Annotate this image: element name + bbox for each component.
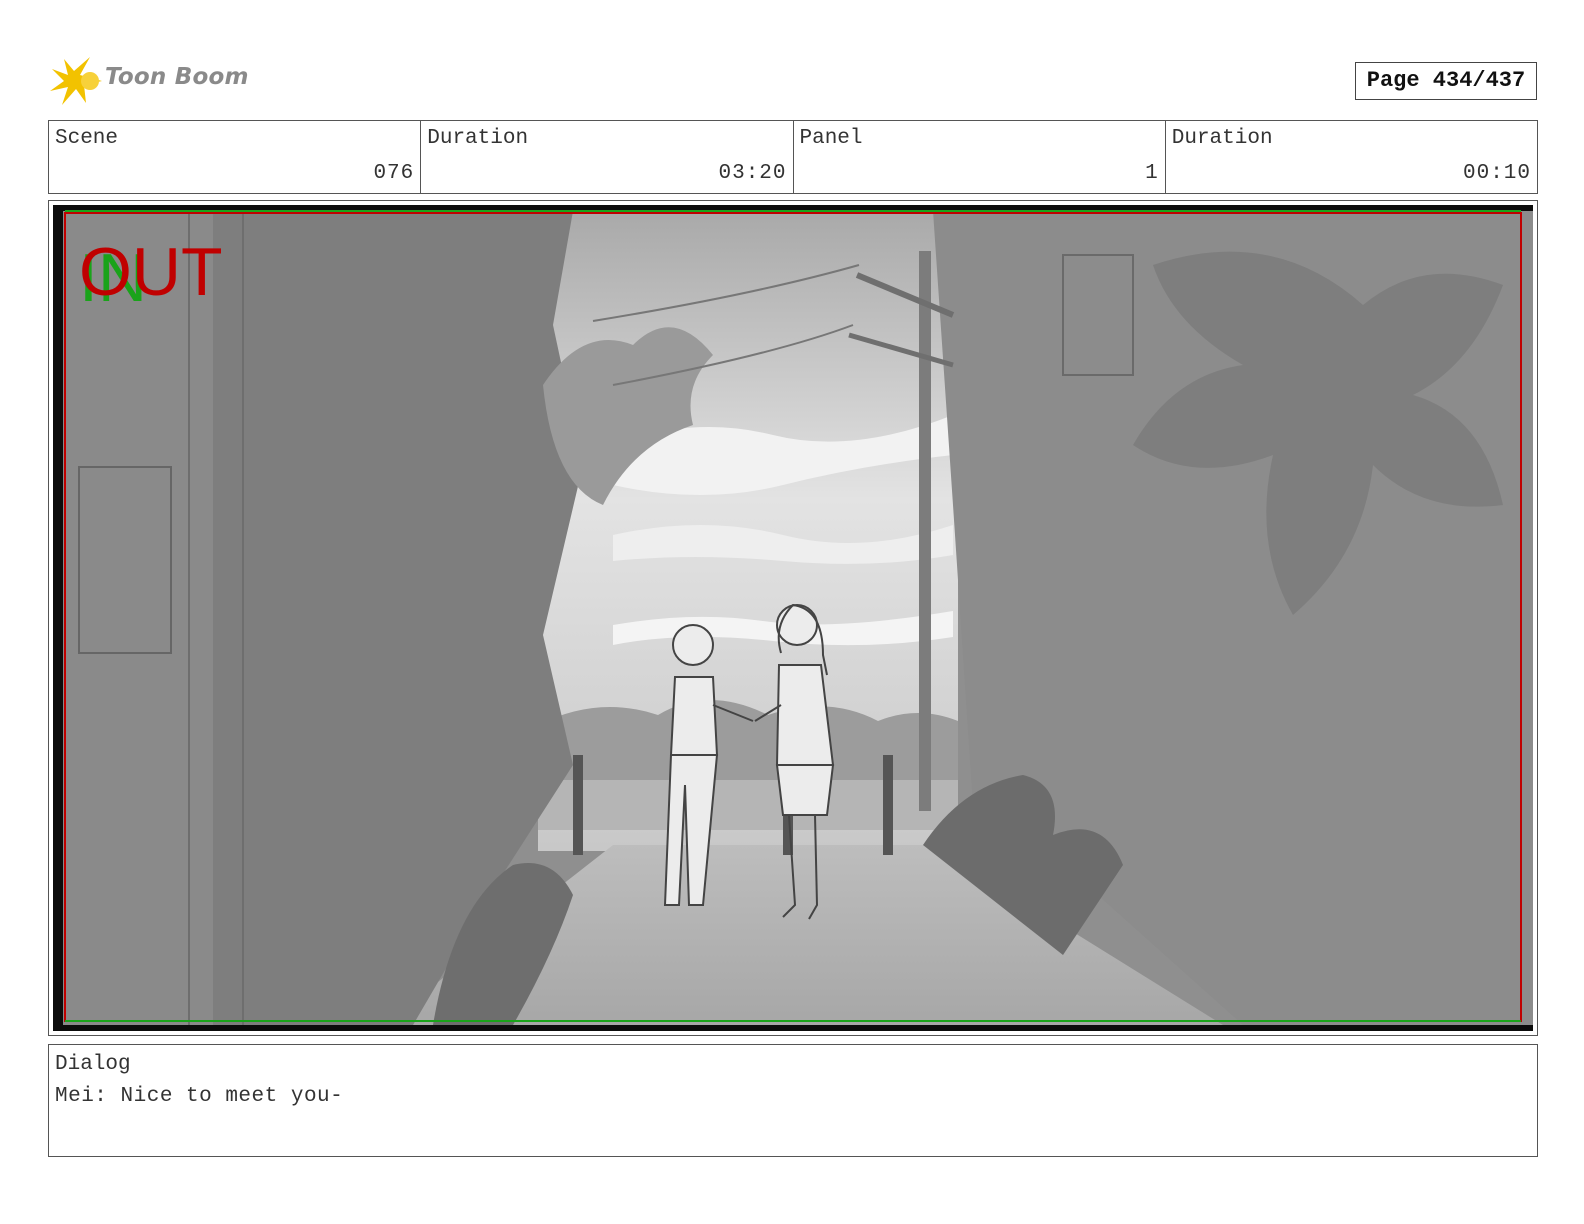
panel-value: 1 <box>1145 162 1159 185</box>
scene-value: 076 <box>373 162 415 185</box>
scene-label: Scene <box>55 127 119 150</box>
starburst-logo-icon <box>50 57 102 105</box>
scene-cell: Scene 076 <box>49 121 422 193</box>
panel-label: Panel <box>799 127 863 150</box>
water <box>538 780 958 830</box>
scene-duration-value: 03:20 <box>718 162 787 185</box>
utility-pole <box>919 251 931 811</box>
dialog-text: Mei: Nice to meet you- <box>55 1085 344 1108</box>
panel-duration-cell: Duration 00:10 <box>1166 121 1537 193</box>
scene-duration-label: Duration <box>427 127 529 150</box>
railing-post <box>883 755 893 855</box>
railing-post <box>573 755 583 855</box>
panel-duration-label: Duration <box>1171 127 1273 150</box>
storyboard-image: IN OUT <box>53 205 1533 1031</box>
out-marker: OUT <box>79 234 223 310</box>
toon-boom-logo: Toon Boom <box>50 55 250 109</box>
panel-duration-value: 00:10 <box>1462 162 1531 185</box>
dialog-box: Dialog Mei: Nice to meet you- <box>48 1044 1538 1157</box>
storyboard-sketch: IN OUT <box>63 210 1533 1025</box>
storyboard-frame: IN OUT <box>48 200 1538 1036</box>
panel-cell: Panel 1 <box>794 121 1166 193</box>
logo-text: Toon Boom <box>105 64 249 90</box>
panel-info-table: Scene 076 Duration 03:20 Panel 1 Duratio… <box>48 120 1538 194</box>
left-building <box>63 211 213 1025</box>
dialog-label: Dialog <box>55 1053 131 1076</box>
scene-duration-cell: Duration 03:20 <box>421 121 794 193</box>
page-number: Page 434/437 <box>1355 62 1537 100</box>
